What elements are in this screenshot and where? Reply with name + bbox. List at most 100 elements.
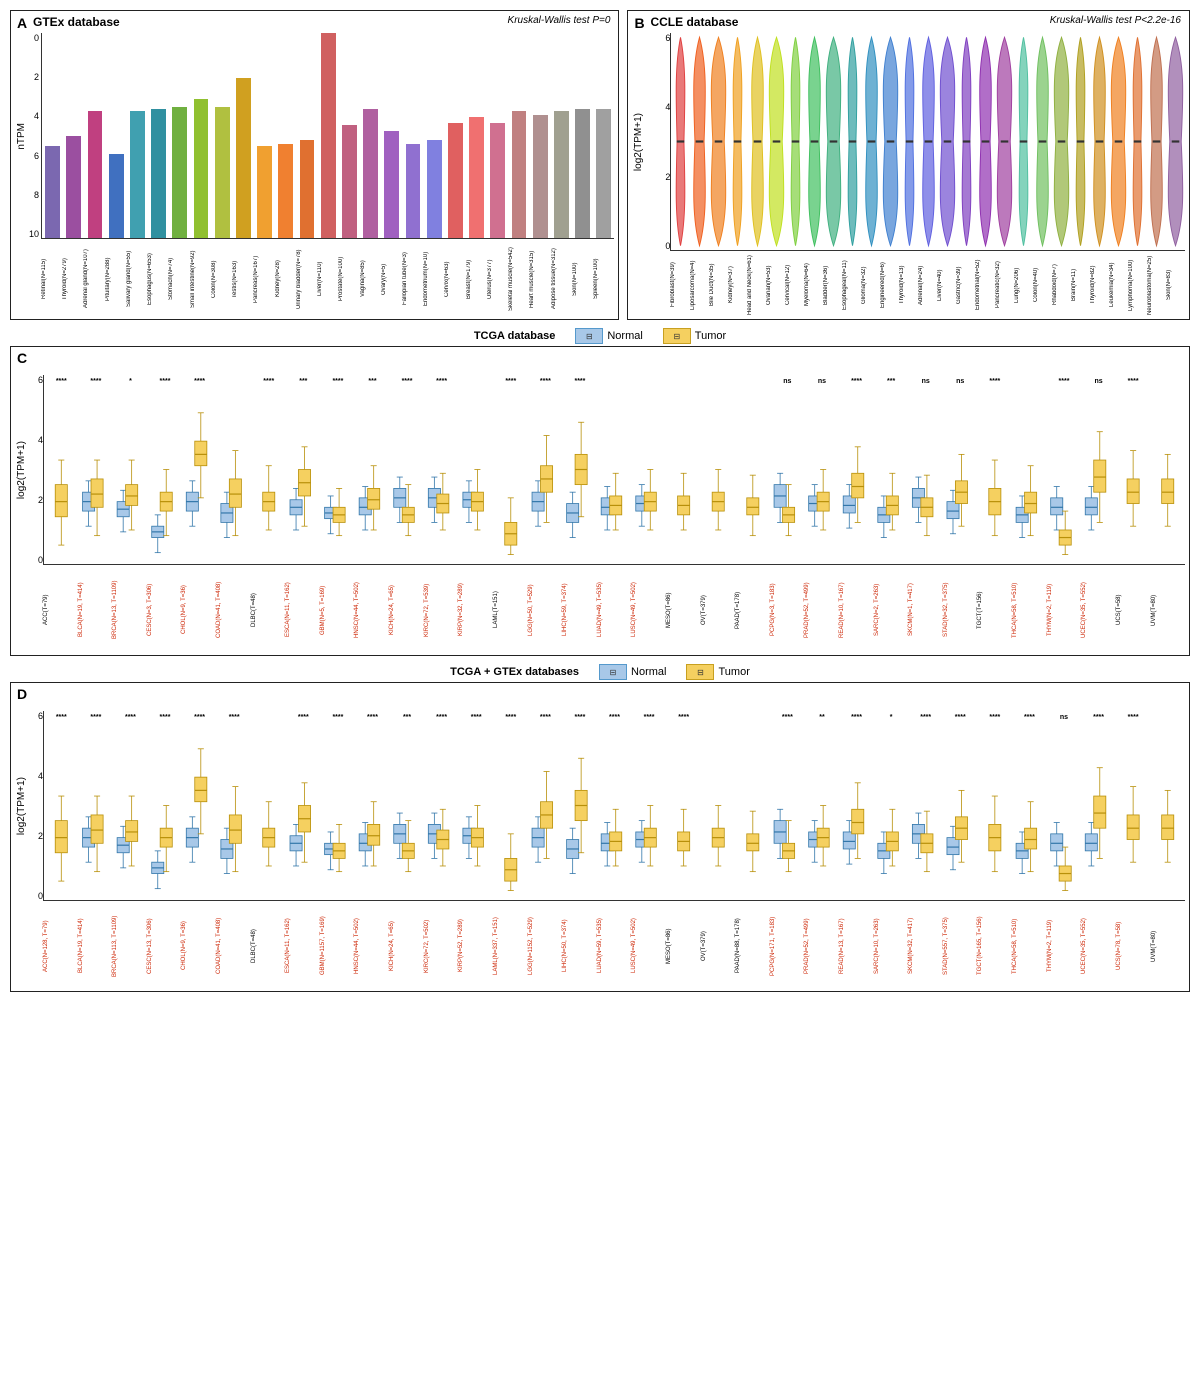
x-label-a: Pituitary(N=288)	[105, 241, 126, 317]
svg-text:ns: ns	[818, 378, 826, 385]
svg-text:*: *	[129, 378, 132, 385]
svg-text:****: ****	[90, 378, 101, 385]
violin-item	[976, 33, 995, 250]
x-label-cd: ESCA(N=11, T=162)	[285, 567, 320, 653]
x-label-a: Vagina(N=85)	[360, 241, 381, 317]
violin-item	[824, 33, 843, 250]
x-label-cd: BRCA(N=113, T=1109)	[112, 903, 147, 989]
x-label-cd: UVM(T=80)	[1151, 567, 1186, 653]
svg-text:****: ****	[194, 714, 205, 721]
x-label-cd: READ(N=13, T=167)	[839, 903, 874, 989]
svg-text:****: ****	[920, 714, 931, 721]
svg-text:*: *	[890, 714, 893, 721]
x-label-b: Neuroblastoma(N=25)	[1147, 253, 1166, 317]
svg-text:****: ****	[505, 714, 516, 721]
boxplot-svg: ****************************************…	[44, 375, 1185, 564]
x-label-cd: OV(T=379)	[701, 903, 736, 989]
x-label-a: Salivary gland(N=55)	[126, 241, 147, 317]
violin-item	[1128, 33, 1147, 250]
violin-item	[1166, 33, 1185, 250]
panel-a: A GTEx database Kruskal-Wallis test P=0 …	[10, 10, 619, 320]
svg-text:****: ****	[160, 378, 171, 385]
x-label-cd: PRAD(N=52, T=499)	[804, 567, 839, 653]
panel-a-title: GTEx database	[33, 15, 120, 29]
svg-text:****: ****	[540, 714, 551, 721]
x-label-cd: CESC(N=13, T=306)	[147, 903, 182, 989]
x-label-b: Cervical(N=12)	[785, 253, 804, 317]
bar	[596, 109, 611, 238]
bar	[45, 146, 60, 238]
panel-d-x-labels: ACC(N=128, T=79)BLCA(N=19, T=414)BRCA(N=…	[43, 903, 1185, 989]
x-label-cd: OV(T=379)	[701, 567, 736, 653]
x-label-a: Cervix(N=63)	[444, 241, 465, 317]
bar	[151, 109, 166, 238]
x-label-b: Kidney(N=37)	[728, 253, 747, 317]
svg-text:**: **	[819, 714, 825, 721]
panel-d-chart: ****************************************…	[43, 711, 1185, 901]
x-label-b: Thyroid(N=82)	[1090, 253, 1109, 317]
x-label-b: Glioma(N=32)	[861, 253, 880, 317]
x-label-b: Bladder(N=36)	[823, 253, 842, 317]
bar	[215, 107, 230, 238]
svg-text:****: ****	[609, 714, 620, 721]
x-label-cd: MESO(T=86)	[666, 903, 701, 989]
x-label-cd: DLBC(T=48)	[251, 903, 286, 989]
svg-text:****: ****	[436, 378, 447, 385]
x-label-cd: PCPG(N=3, T=183)	[770, 567, 805, 653]
panel-a-kruskal: Kruskal-Wallis test P=0	[508, 15, 611, 26]
violin-item	[1109, 33, 1128, 250]
x-label-b: Brain(N=11)	[1071, 253, 1090, 317]
violin-item	[748, 33, 767, 250]
bar	[109, 154, 124, 238]
x-label-cd: TGCT(N=165, T=156)	[977, 903, 1012, 989]
violin-item	[1090, 33, 1109, 250]
bar	[406, 144, 421, 238]
x-label-a: Small intestine(N=92)	[190, 241, 211, 317]
bar	[512, 111, 527, 238]
svg-text:ns: ns	[922, 378, 930, 385]
violin-item	[843, 33, 862, 250]
x-label-cd: KIRP(N=52, T=289)	[458, 903, 493, 989]
legend-d-tumor-box: ⊟	[686, 664, 714, 680]
bar-item	[487, 33, 508, 238]
x-label-cd: MESO(T=86)	[666, 567, 701, 653]
panel-d-legend-row: TCGA + GTEx databases ⊟ Normal ⊟ Tumor	[10, 664, 1190, 680]
svg-text:****: ****	[782, 714, 793, 721]
x-label-cd: LGG(N=50, T=529)	[528, 567, 563, 653]
bar-item	[381, 33, 402, 238]
bar-item	[275, 33, 296, 238]
x-label-cd: TGCT(T=156)	[977, 567, 1012, 653]
svg-text:****: ****	[1024, 714, 1035, 721]
bar-item	[148, 33, 169, 238]
svg-text:****: ****	[1059, 378, 1070, 385]
violin-item	[1033, 33, 1052, 250]
x-label-cd: BLCA(N=19, T=414)	[78, 903, 113, 989]
violin-item	[786, 33, 805, 250]
x-label-b: Pancreatic(N=32)	[995, 253, 1014, 317]
svg-text:****: ****	[678, 714, 689, 721]
bar-item	[296, 33, 317, 238]
panel-b-kruskal: Kruskal-Wallis test P<2.2e-16	[1050, 15, 1181, 26]
x-label-cd: CHOL(N=9, T=36)	[181, 567, 216, 653]
x-label-cd: HNSC(N=44, T=502)	[354, 567, 389, 653]
bar-item	[508, 33, 529, 238]
x-label-a: Adrenal gland(N=107)	[83, 241, 104, 317]
violin-item	[1052, 33, 1071, 250]
panel-b-y-label: log2(TPM+1)	[633, 113, 644, 171]
violin-item	[671, 33, 690, 250]
x-label-cd: ESCA(N=11, T=162)	[285, 903, 320, 989]
x-label-cd: LGG(N=1152, T=529)	[528, 903, 563, 989]
x-label-cd: THCA(N=58, T=510)	[1012, 567, 1047, 653]
panel-a-y-ticks: 10 8 6 4 2 0	[17, 33, 39, 239]
x-label-cd: LIHC(N=50, T=374)	[562, 903, 597, 989]
svg-text:****: ****	[332, 378, 343, 385]
svg-text:ns: ns	[956, 378, 964, 385]
x-label-b: Esophageal(N=11)	[842, 253, 861, 317]
bar-item	[42, 33, 63, 238]
x-label-b: Head and Neck(N=61)	[747, 253, 766, 317]
legend-d-normal-box: ⊟	[599, 664, 627, 680]
bar-item	[127, 33, 148, 238]
bar-item	[339, 33, 360, 238]
top-row: A GTEx database Kruskal-Wallis test P=0 …	[10, 10, 1190, 320]
svg-text:****: ****	[125, 714, 136, 721]
